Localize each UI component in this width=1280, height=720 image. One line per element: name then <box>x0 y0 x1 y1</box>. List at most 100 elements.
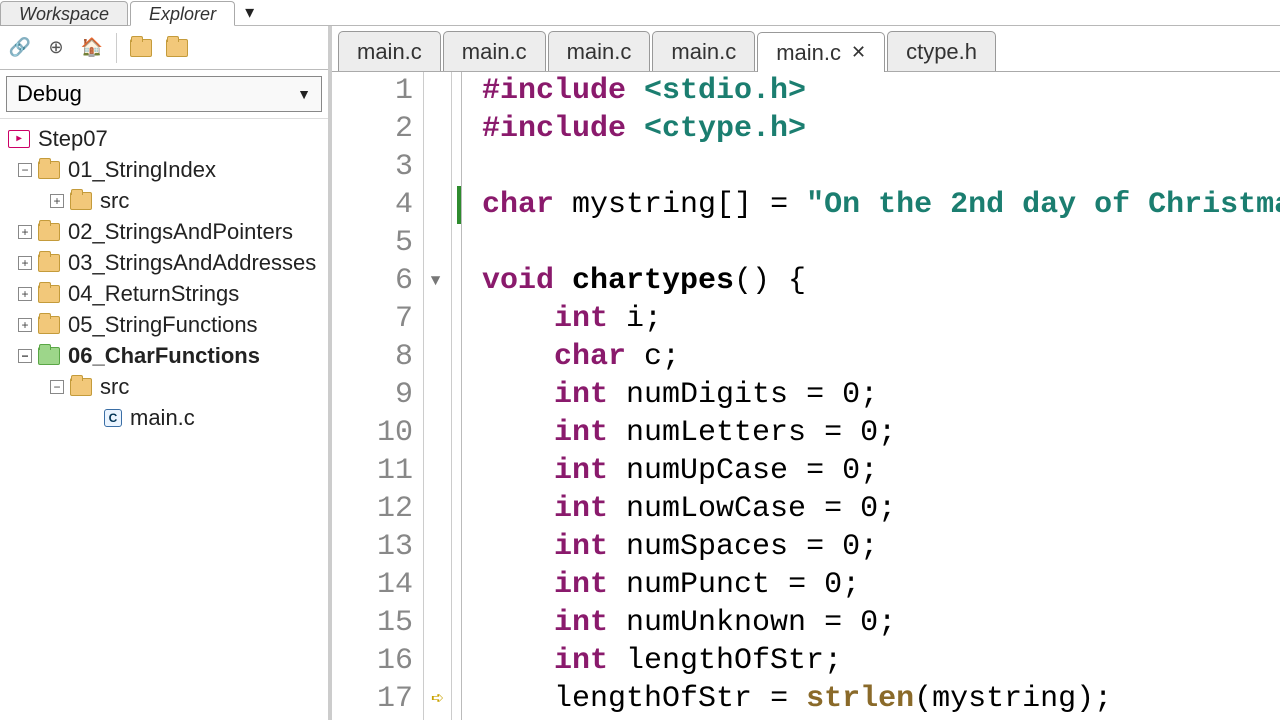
editor-tab-active[interactable]: main.c ✕ <box>757 32 885 72</box>
folder-icon <box>38 347 60 365</box>
collapse-icon[interactable]: − <box>18 349 32 363</box>
tree-item[interactable]: + 04_ReturnStrings <box>0 278 328 309</box>
code-line[interactable]: char c; <box>482 338 1280 376</box>
toolbar-separator <box>116 33 117 63</box>
line-number: 16 <box>332 642 423 680</box>
tree-root[interactable]: ▸ Step07 <box>0 123 328 154</box>
code-line[interactable]: lengthOfStr = strlen(mystring); <box>482 680 1280 718</box>
editor-panel: main.c main.c main.c main.c main.c ✕ cty… <box>332 26 1280 720</box>
line-number: 13 <box>332 528 423 566</box>
tree-item[interactable]: + 05_StringFunctions <box>0 309 328 340</box>
build-config-value: Debug <box>17 81 82 107</box>
tree-file-label: main.c <box>130 405 195 431</box>
tree-item[interactable]: + 03_StringsAndAddresses <box>0 247 328 278</box>
code-line[interactable]: int numPunct = 0; <box>482 566 1280 604</box>
editor-tab[interactable]: main.c <box>338 31 441 71</box>
folder-icon <box>38 161 60 179</box>
collapse-icon[interactable]: − <box>50 380 64 394</box>
explorer-panel: 🔗 ⊕ 🏠 Debug ▼ ▸ Step07 <box>0 26 332 720</box>
link-icon[interactable]: 🔗 <box>6 34 34 62</box>
code-body[interactable]: #include <stdio.h>#include <ctype.h> char… <box>462 72 1280 720</box>
code-line[interactable]: int numUnknown = 0; <box>482 604 1280 642</box>
editor-tab[interactable]: main.c <box>443 31 546 71</box>
expand-icon[interactable]: + <box>18 318 32 332</box>
debug-current-line-icon: ➪ <box>431 686 444 712</box>
tree-item-active[interactable]: − 06_CharFunctions <box>0 340 328 371</box>
project-icon: ▸ <box>8 130 30 148</box>
marker-gutter: ▼➪ <box>424 72 452 720</box>
code-editor[interactable]: 123456789101112131415161718 ▼➪ #include … <box>332 72 1280 720</box>
folder-icon <box>38 285 60 303</box>
line-number: 1 <box>332 72 423 110</box>
folder-icon <box>70 378 92 396</box>
workspace-tab[interactable]: Workspace <box>0 1 128 26</box>
explorer-toolbar: 🔗 ⊕ 🏠 <box>0 26 328 70</box>
add-icon[interactable]: ⊕ <box>42 34 70 62</box>
line-number: 3 <box>332 148 423 186</box>
close-icon[interactable]: ✕ <box>851 42 866 63</box>
code-line[interactable]: #include <stdio.h> <box>482 72 1280 110</box>
expand-icon[interactable]: + <box>18 287 32 301</box>
line-number: 10 <box>332 414 423 452</box>
code-line[interactable]: int numDigits = 0; <box>482 376 1280 414</box>
line-number: 11 <box>332 452 423 490</box>
editor-tab[interactable]: main.c <box>652 31 755 71</box>
code-line[interactable]: int numLowCase = 0; <box>482 490 1280 528</box>
expand-icon[interactable]: + <box>18 256 32 270</box>
change-gutter <box>452 72 462 720</box>
home-icon[interactable]: 🏠 <box>78 34 106 62</box>
line-number: 12 <box>332 490 423 528</box>
tree-item-label: 04_ReturnStrings <box>68 281 239 307</box>
line-number: 17 <box>332 680 423 718</box>
tab-overflow-arrow[interactable]: ▾ <box>237 0 262 25</box>
code-line[interactable]: int i; <box>482 300 1280 338</box>
chevron-down-icon: ▼ <box>297 86 311 102</box>
folder-icon <box>38 223 60 241</box>
tree-item-label: 03_StringsAndAddresses <box>68 250 316 276</box>
folder-icon[interactable] <box>163 34 191 62</box>
tree-item-label: 01_StringIndex <box>68 157 216 183</box>
line-number: 7 <box>332 300 423 338</box>
editor-tab[interactable]: ctype.h <box>887 31 996 71</box>
tree-item-label: src <box>100 188 129 214</box>
tree-item-label: src <box>100 374 129 400</box>
tree-item[interactable]: + 02_StringsAndPointers <box>0 216 328 247</box>
collapse-icon[interactable]: − <box>18 163 32 177</box>
folder-icon <box>38 316 60 334</box>
project-tree[interactable]: ▸ Step07 − 01_StringIndex + src <box>0 119 328 720</box>
tree-item[interactable]: − src <box>0 371 328 402</box>
code-line[interactable]: #include <ctype.h> <box>482 110 1280 148</box>
build-config-dropdown[interactable]: Debug ▼ <box>6 76 322 112</box>
line-number-gutter: 123456789101112131415161718 <box>332 72 424 720</box>
code-line[interactable] <box>482 224 1280 262</box>
line-number: 9 <box>332 376 423 414</box>
tree-item-label: 02_StringsAndPointers <box>68 219 293 245</box>
tree-item-label: 06_CharFunctions <box>68 343 260 369</box>
code-line[interactable]: int numLetters = 0; <box>482 414 1280 452</box>
code-line[interactable]: char mystring[] = "On the 2nd day of Chr… <box>482 186 1280 224</box>
code-line[interactable]: int numSpaces = 0; <box>482 528 1280 566</box>
code-line[interactable] <box>482 148 1280 186</box>
folder-icon <box>38 254 60 272</box>
tree-item[interactable]: − 01_StringIndex <box>0 154 328 185</box>
folder-icon[interactable] <box>127 34 155 62</box>
expand-icon[interactable]: + <box>18 225 32 239</box>
line-number: 6 <box>332 262 423 300</box>
panel-tabs: Workspace Explorer ▾ <box>0 0 1280 26</box>
line-number: 15 <box>332 604 423 642</box>
expand-icon[interactable]: + <box>50 194 64 208</box>
tree-item[interactable]: + src <box>0 185 328 216</box>
code-line[interactable]: int numUpCase = 0; <box>482 452 1280 490</box>
fold-icon[interactable]: ▼ <box>431 272 441 290</box>
explorer-tab[interactable]: Explorer <box>130 1 235 26</box>
c-file-icon: C <box>104 409 122 427</box>
line-number: 14 <box>332 566 423 604</box>
line-number: 8 <box>332 338 423 376</box>
code-line[interactable]: int lengthOfStr; <box>482 642 1280 680</box>
editor-tab[interactable]: main.c <box>548 31 651 71</box>
code-line[interactable]: void chartypes() { <box>482 262 1280 300</box>
line-number: 5 <box>332 224 423 262</box>
line-number: 2 <box>332 110 423 148</box>
tree-file[interactable]: C main.c <box>0 402 328 433</box>
tree-item-label: 05_StringFunctions <box>68 312 258 338</box>
